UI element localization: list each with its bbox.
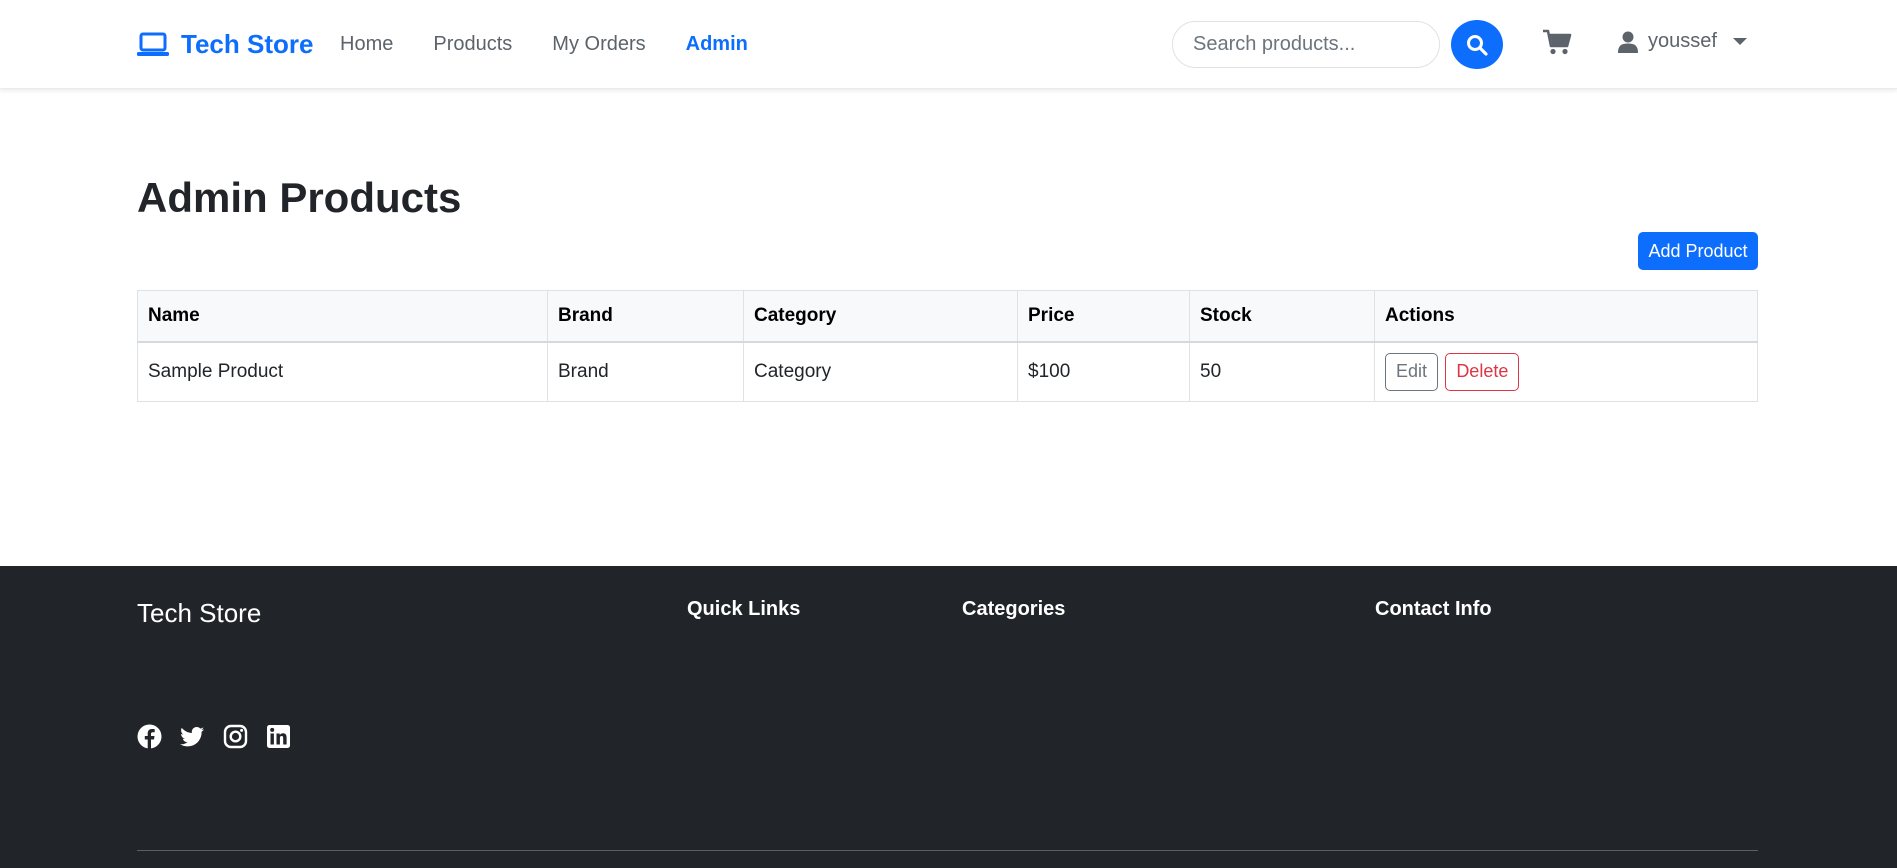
footer-brand: Tech Store [137, 598, 262, 628]
cell-category: Category [743, 341, 1018, 402]
search-icon [1467, 34, 1488, 56]
navbar: Tech Store Home Products My Orders Admin… [0, 0, 1897, 89]
cart-icon[interactable] [1542, 27, 1572, 57]
cell-price: $100 [1017, 341, 1190, 402]
footer-heading-quick-links: Quick Links [687, 598, 801, 620]
delete-button[interactable]: Delete [1445, 352, 1520, 391]
laptop-icon [137, 32, 169, 56]
cell-brand: Brand [547, 341, 744, 402]
footer-divider [137, 850, 1758, 851]
footer-heading-contact-info: Contact Info [1375, 598, 1492, 620]
facebook-link[interactable] [137, 724, 162, 749]
nav-link-admin[interactable]: Admin [686, 33, 748, 56]
header-category: Category [743, 290, 1018, 343]
header-brand: Brand [547, 290, 744, 343]
cell-name: Sample Product [137, 341, 548, 402]
linkedin-link[interactable] [266, 724, 291, 749]
cell-stock: 50 [1189, 341, 1375, 402]
footer-heading-categories: Categories [962, 598, 1066, 620]
nav-link-my-orders[interactable]: My Orders [552, 33, 645, 56]
caret-down-icon [1732, 38, 1747, 45]
brand-link[interactable]: Tech Store [137, 29, 313, 60]
instagram-link[interactable] [223, 724, 248, 749]
twitter-link[interactable] [180, 724, 205, 749]
table-row: Sample Product Brand Category $100 50 Ed… [137, 341, 1758, 402]
brand-name: Tech Store [181, 29, 314, 59]
page-title: Admin Products [137, 174, 462, 221]
facebook-icon [137, 724, 162, 749]
nav-link-products[interactable]: Products [433, 33, 512, 56]
instagram-icon [223, 724, 248, 749]
add-product-button[interactable]: Add Product [1638, 232, 1758, 270]
twitter-icon [180, 727, 204, 747]
user-dropdown[interactable]: youssef [1618, 30, 1747, 53]
cell-actions: Edit Delete [1374, 341, 1758, 402]
nav-link-home[interactable]: Home [340, 33, 393, 56]
search-button[interactable] [1451, 20, 1503, 69]
table-header-row: Name Brand Category Price Stock Actions [137, 290, 1758, 343]
header-actions: Actions [1374, 290, 1758, 343]
header-stock: Stock [1189, 290, 1375, 343]
user-name: youssef [1648, 30, 1717, 52]
linkedin-icon [267, 725, 290, 748]
search-input[interactable] [1172, 21, 1440, 68]
edit-button[interactable]: Edit [1385, 352, 1439, 391]
footer: Tech Store Quick Links Categories Contac… [0, 566, 1897, 868]
header-price: Price [1017, 290, 1190, 343]
nav-links: Home Products My Orders Admin [340, 33, 788, 56]
person-icon [1618, 31, 1638, 53]
products-table: Name Brand Category Price Stock Actions … [137, 290, 1758, 402]
header-name: Name [137, 290, 548, 343]
social-links [137, 724, 291, 749]
